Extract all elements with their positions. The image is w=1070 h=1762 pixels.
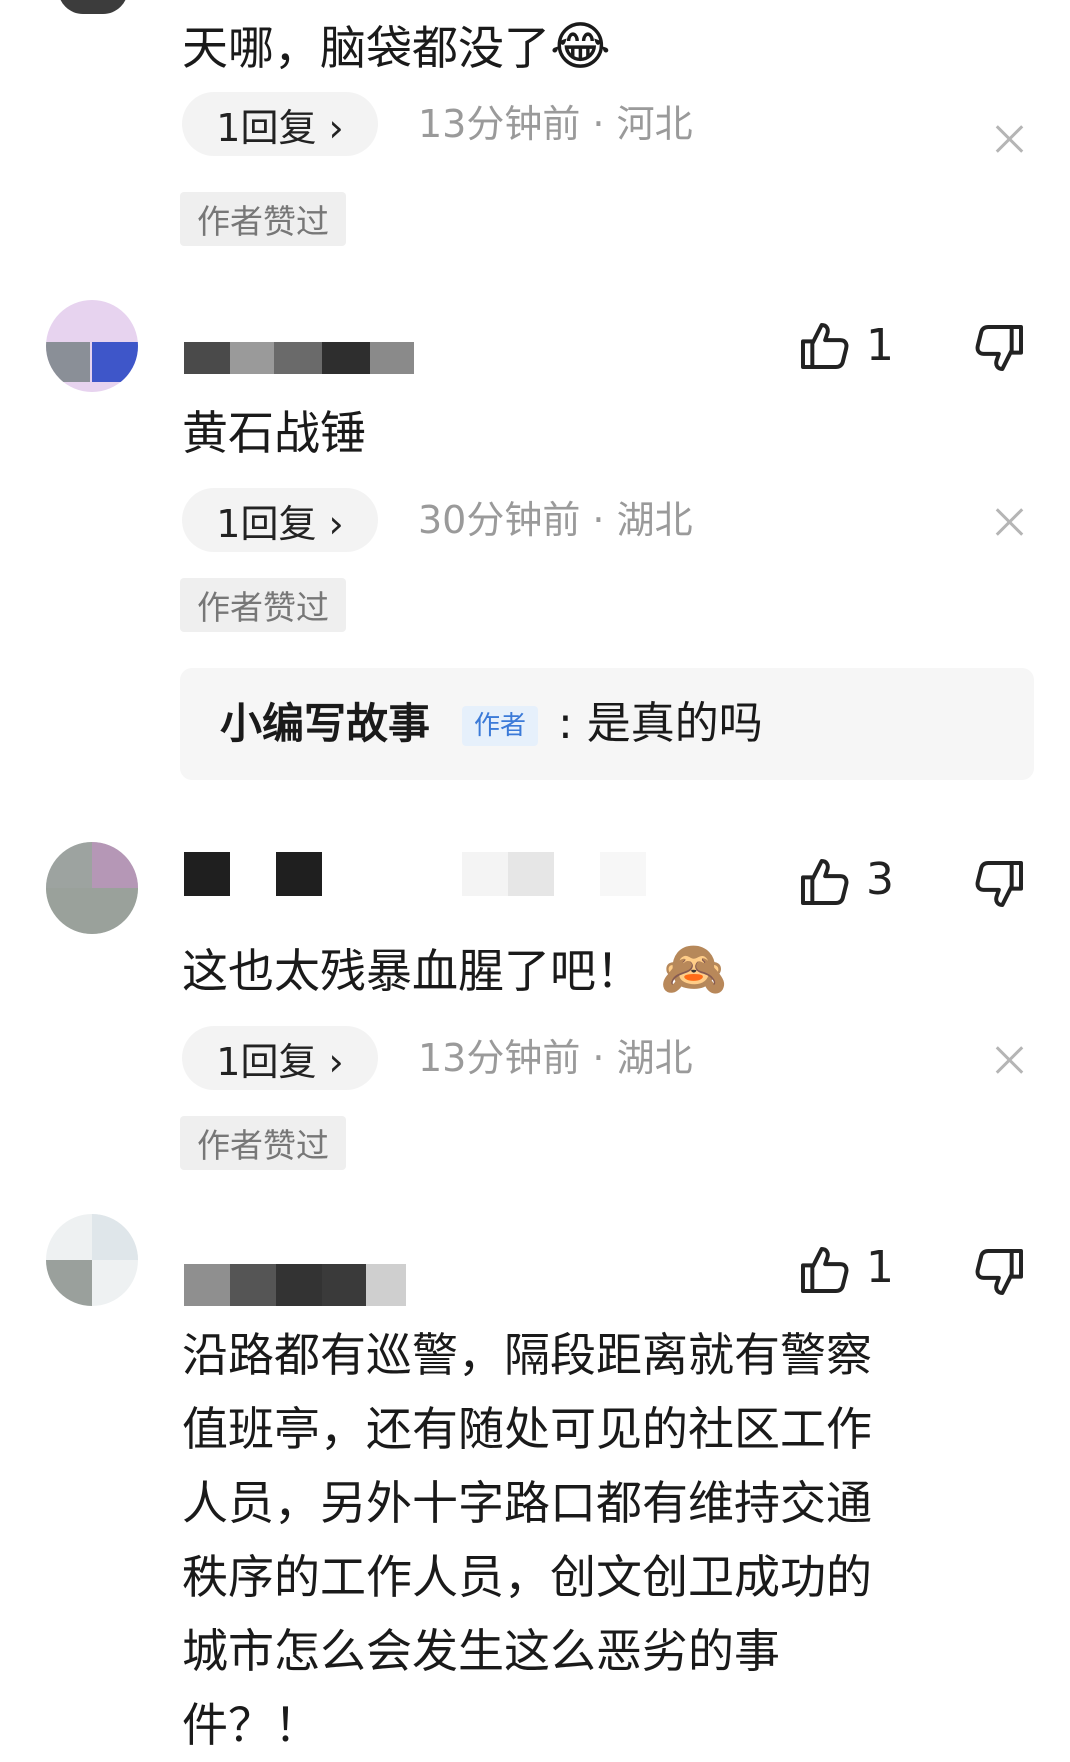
comment-text: 这也太残暴血腥了吧！ 🙈 (182, 937, 728, 1000)
author-tag: 作者 (462, 706, 539, 746)
comment-text: 黄石战锤 (182, 406, 366, 460)
comment-meta: 13分钟前 · 湖北 (418, 1036, 693, 1080)
see-no-evil-monkey-icon: 🙈 (660, 937, 728, 1000)
like-icon[interactable] (796, 318, 852, 374)
dislike-icon[interactable] (972, 320, 1028, 376)
reply-count-button[interactable]: 1回复 › (182, 92, 378, 156)
close-icon[interactable] (994, 124, 1024, 154)
avatar[interactable] (46, 300, 138, 392)
author-name[interactable]: 小编写故事 (220, 690, 430, 758)
like-count: 1 (866, 320, 894, 371)
comment-line: 件？！ (182, 1698, 320, 1752)
avatar[interactable] (46, 1214, 138, 1306)
comment-line: 沿路都有巡警，隔段距离就有警察 (182, 1328, 872, 1382)
close-icon[interactable] (994, 1045, 1024, 1075)
close-icon[interactable] (994, 507, 1024, 537)
avatar-partial[interactable] (58, 0, 128, 14)
author-reply-text: : 是真的吗 (558, 698, 763, 749)
comment-line: 秩序的工作人员，创文创卫成功的 (182, 1550, 872, 1604)
comment-text: 沿路都有巡警，隔段距离就有警察 值班亭，还有随处可见的社区工作 人员，另外十字路… (182, 1318, 872, 1762)
dislike-icon[interactable] (972, 1244, 1028, 1300)
comment-meta: 13分钟前 · 河北 (418, 102, 693, 146)
laugh-emoji-icon: 😂 (550, 17, 611, 77)
comment-line: 值班亭，还有随处可见的社区工作 (182, 1402, 872, 1456)
author-liked-badge: 作者赞过 (180, 192, 346, 246)
author-liked-badge: 作者赞过 (180, 578, 346, 632)
comment-text: 天哪，脑袋都没了😂 (182, 17, 611, 77)
avatar[interactable] (46, 842, 138, 934)
comment-line: 人员，另外十字路口都有维持交通 (182, 1476, 872, 1530)
comment-line: 城市怎么会发生这么恶劣的事 (182, 1624, 780, 1678)
author-reply-box[interactable]: 小编写故事 作者 : 是真的吗 (180, 668, 1034, 780)
reply-count-button[interactable]: 1回复 › (182, 1026, 378, 1090)
like-count: 3 (866, 854, 894, 905)
dislike-icon[interactable] (972, 856, 1028, 912)
username-redacted[interactable] (184, 852, 646, 896)
reply-count-button[interactable]: 1回复 › (182, 488, 378, 552)
like-icon[interactable] (796, 854, 852, 910)
username-redacted[interactable] (184, 342, 414, 374)
comment-meta: 30分钟前 · 湖北 (418, 498, 693, 542)
author-liked-badge: 作者赞过 (180, 1116, 346, 1170)
username-redacted[interactable] (184, 1264, 406, 1306)
like-icon[interactable] (796, 1242, 852, 1298)
like-count: 1 (866, 1242, 894, 1293)
